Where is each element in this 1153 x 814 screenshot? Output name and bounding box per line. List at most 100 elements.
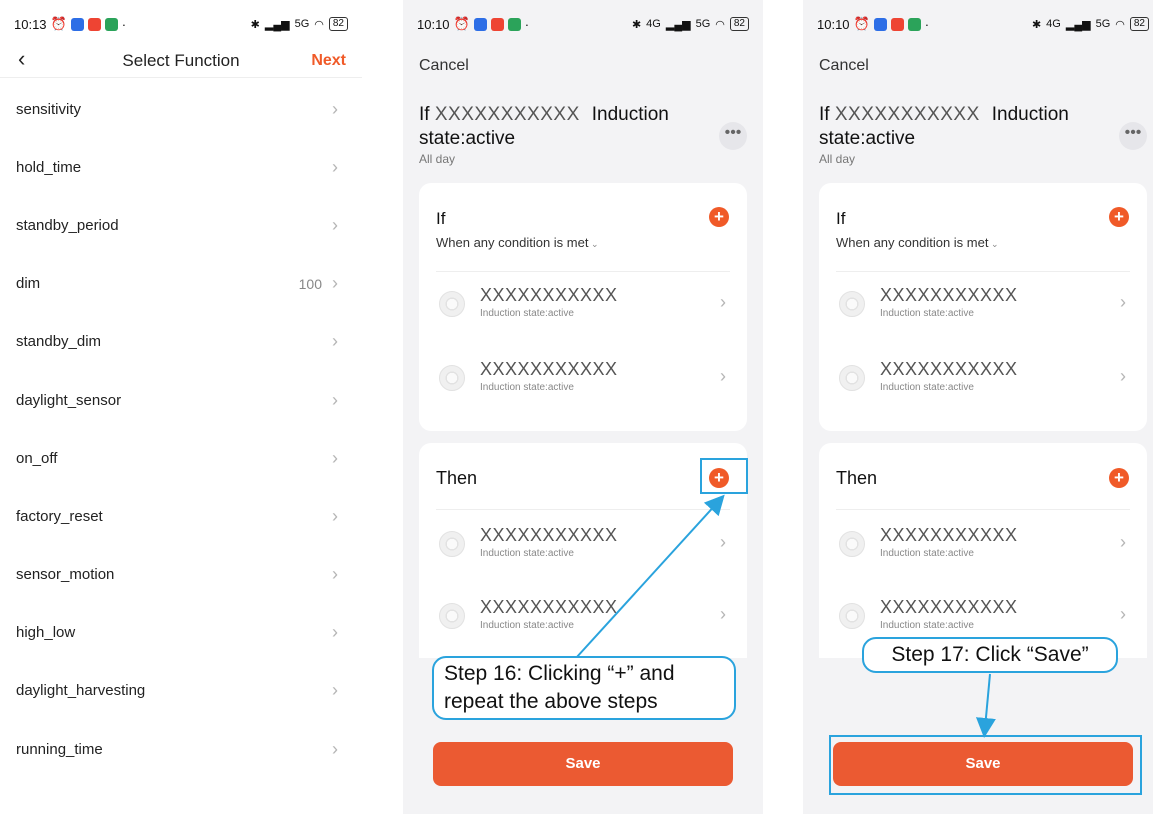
device-name: XXXXXXXXXXX [480, 597, 618, 617]
function-item[interactable]: high_low › [0, 604, 362, 662]
chevron-right-icon: › [332, 389, 338, 410]
function-label: standby_period [16, 216, 119, 234]
function-label: daylight_sensor [16, 391, 122, 409]
app-notification-icon [104, 17, 118, 31]
if-heading: If [836, 209, 846, 228]
wifi-icon: ◠ [1115, 18, 1125, 31]
chevron-right-icon: › [1120, 366, 1126, 386]
status-bar: 10:10 ⏰ · ✱ 4G ▂▄▆ 5G ◠ 82 [817, 14, 1149, 34]
device-state: Induction state:active [480, 620, 574, 631]
status-bar: 10:13 ⏰ · ✱ ▂▄▆ 5G ◠ 82 [14, 14, 348, 34]
function-item[interactable]: daylight_sensor › [0, 371, 362, 429]
network-type: 4G [646, 18, 661, 30]
action-item[interactable]: XXXXXXXXXXX Induction state:active › [436, 519, 730, 569]
app-notification-icon [87, 17, 101, 31]
condition-item[interactable]: XXXXXXXXXXX Induction state:active › [436, 279, 730, 329]
app-notification-icon [873, 17, 887, 31]
chevron-right-icon: › [332, 505, 338, 526]
network-type: 4G [1046, 18, 1061, 30]
function-item[interactable]: hold_time › [0, 138, 362, 196]
add-condition-plus-icon[interactable]: + [1109, 207, 1129, 227]
device-name: XXXXXXXXXXX [480, 285, 618, 305]
action-item[interactable]: XXXXXXXXXXX Induction state:active › [836, 519, 1130, 569]
condition-item[interactable]: XXXXXXXXXXX Induction state:active › [436, 353, 730, 403]
status-time: 10:13 [14, 16, 47, 32]
device-state: Induction state:active [880, 620, 974, 631]
status-bar: 10:10 ⏰ · ✱ 4G ▂▄▆ 5G ◠ 82 [417, 14, 749, 34]
step16-callout: Step 16: Clicking “+” and repeat the abo… [432, 656, 736, 720]
function-label: hold_time [16, 158, 82, 176]
if-heading: If [436, 209, 446, 228]
condition-mode-dropdown[interactable]: When any condition is met ⌄ [836, 235, 999, 250]
scene-schedule: All day [419, 152, 456, 166]
add-action-plus-icon[interactable]: + [1109, 468, 1129, 488]
function-label: standby_dim [16, 333, 102, 351]
function-label: daylight_harvesting [16, 682, 146, 700]
function-item[interactable]: sensor_motion › [0, 546, 362, 604]
chevron-right-icon: › [332, 214, 338, 235]
network-type: 5G [1095, 18, 1111, 30]
scene-schedule: All day [819, 152, 856, 166]
function-label: on_off [16, 449, 58, 467]
function-item[interactable]: dim 100 › [0, 255, 362, 313]
caret-down-icon: ⌄ [988, 239, 999, 249]
function-list: sensitivity › hold_time › standby_period › … [0, 80, 362, 778]
device-state: Induction state:active [480, 548, 574, 559]
app-notification-icon [890, 17, 904, 31]
function-item[interactable]: standby_period › [0, 196, 362, 254]
condition-item[interactable]: XXXXXXXXXXX Induction state:active › [836, 279, 1130, 329]
function-item[interactable]: sensitivity › [0, 80, 362, 138]
if-card: If When any condition is met ⌄ + XXXXXXX… [819, 183, 1147, 431]
scene-title: If XXXXXXXXXXX Induction state:active [819, 104, 1069, 149]
then-card: Then + XXXXXXXXXXX Induction state:activ… [419, 443, 747, 658]
function-item[interactable]: daylight_harvesting › [0, 662, 362, 720]
chevron-right-icon: › [332, 156, 338, 177]
sensor-device-icon [839, 531, 865, 557]
more-icon[interactable]: ••• [1119, 122, 1147, 150]
chevron-right-icon: › [332, 331, 338, 352]
sensor-device-icon [439, 291, 465, 317]
chevron-right-icon: › [332, 738, 338, 759]
cancel-button[interactable]: Cancel [419, 57, 469, 75]
condition-item[interactable]: XXXXXXXXXXX Induction state:active › [836, 353, 1130, 403]
save-button[interactable]: Save [433, 742, 733, 786]
sensor-device-icon [439, 531, 465, 557]
sensor-device-icon [439, 603, 465, 629]
next-button[interactable]: Next [311, 52, 346, 70]
cancel-button[interactable]: Cancel [819, 57, 869, 75]
app-notification-icon [490, 17, 504, 31]
battery-indicator: 82 [1129, 17, 1149, 31]
condition-mode-dropdown[interactable]: When any condition is met ⌄ [436, 235, 599, 250]
action-item[interactable]: XXXXXXXXXXX Induction state:active › [836, 591, 1130, 641]
status-time: 10:10 [417, 16, 450, 32]
more-icon[interactable]: ••• [719, 122, 747, 150]
alarm-icon: ⏰ [453, 16, 470, 31]
select-function-screen: 10:13 ⏰ · ✱ ▂▄▆ 5G ◠ 82 ‹ Select Functio… [0, 0, 362, 814]
bluetooth-icon: ✱ [1031, 18, 1042, 31]
chevron-right-icon: › [1120, 532, 1126, 552]
add-condition-plus-icon[interactable]: + [709, 207, 729, 227]
bluetooth-icon: ✱ [631, 18, 642, 31]
back-icon[interactable]: ‹ [18, 46, 25, 72]
page-title: Select Function [122, 50, 240, 70]
function-item[interactable]: factory_reset › [0, 487, 362, 545]
device-name: XXXXXXXXXXX [880, 359, 1018, 379]
device-name: XXXXXXXXXXX [480, 525, 618, 545]
network-type: 5G [695, 18, 711, 30]
highlight-save-box [829, 735, 1142, 795]
function-label: dim [16, 275, 41, 293]
bluetooth-icon: ✱ [250, 18, 260, 31]
function-item[interactable]: running_time › [0, 720, 362, 778]
function-item[interactable]: standby_dim › [0, 313, 362, 371]
chevron-right-icon: › [332, 622, 338, 643]
signal-icon: ▂▄▆ [264, 18, 290, 31]
chevron-right-icon: › [332, 273, 338, 294]
chevron-right-icon: › [332, 447, 338, 468]
function-item[interactable]: on_off › [0, 429, 362, 487]
sensor-device-icon [839, 291, 865, 317]
function-value: 100 [298, 275, 322, 292]
action-item[interactable]: XXXXXXXXXXX Induction state:active › [436, 591, 730, 641]
sensor-device-icon [439, 365, 465, 391]
caret-down-icon: ⌄ [588, 239, 599, 249]
app-notification-icon [907, 17, 921, 31]
